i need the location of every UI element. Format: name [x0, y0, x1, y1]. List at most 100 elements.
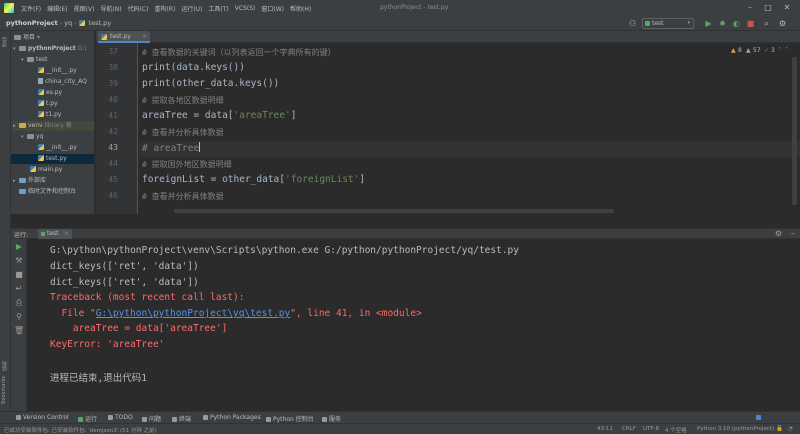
tree-item-file[interactable]: main.py: [30, 165, 62, 175]
tool-tab-run[interactable]: 运行: [78, 414, 97, 423]
close-window-icon[interactable]: ✕: [781, 2, 793, 14]
wrench-icon[interactable]: ⚒: [14, 256, 24, 266]
editor-vertical-scrollbar[interactable]: [792, 57, 797, 205]
folder-icon: [19, 123, 26, 128]
code-line[interactable]: print(data.keys()): [142, 62, 245, 73]
code-line[interactable]: # 查看数据的关键词（以列表返回一个字典所有的键）: [142, 47, 336, 58]
line-separator[interactable]: CRLF: [622, 426, 636, 432]
indent-setting[interactable]: 4 个空格: [665, 426, 687, 434]
tree-item-project-root[interactable]: ▾ pythonProject G:\: [13, 44, 86, 54]
code-line[interactable]: foreignList = other_data['foreignList']: [142, 174, 365, 185]
menu-vcs[interactable]: VCS(S): [232, 5, 259, 12]
tool-tab-python-console[interactable]: Python 控制台: [266, 414, 314, 423]
tool-tab-python-packages[interactable]: Python Packages: [203, 414, 261, 421]
project-panel-header[interactable]: 项目 ▾: [14, 33, 40, 43]
tree-item-test-folder[interactable]: ▾ test: [21, 55, 48, 65]
menu-navigate[interactable]: 导航(N): [97, 4, 124, 13]
code-line-current[interactable]: # areaTree: [142, 142, 201, 154]
run-icon[interactable]: ▶: [704, 19, 713, 28]
breadcrumb-folder[interactable]: yq: [62, 19, 74, 27]
settings-icon[interactable]: ⚙: [775, 229, 782, 238]
tool-tab-bookmarks[interactable]: Bookmarks: [1, 376, 7, 404]
code-line[interactable]: # 查看并分析具体数据: [142, 191, 224, 202]
typo-icon[interactable]: ✓: [764, 47, 769, 54]
lock-icon[interactable]: 🔓: [776, 426, 783, 432]
debug-icon[interactable]: ✹: [718, 19, 727, 28]
menu-run[interactable]: 运行(U): [178, 4, 205, 13]
stop-icon[interactable]: ■: [14, 270, 24, 280]
tool-tab-services[interactable]: 服务: [322, 414, 341, 423]
warning-icon[interactable]: ▲: [731, 47, 736, 54]
notifications-icon[interactable]: ◔: [788, 426, 793, 432]
minimize-icon[interactable]: –: [744, 2, 756, 14]
code-line[interactable]: print(other_data.keys()): [142, 78, 279, 89]
python-interpreter[interactable]: Python 3.10 (pythonProject): [697, 426, 774, 432]
soft-wrap-icon[interactable]: ↵: [14, 284, 24, 294]
menu-refactor[interactable]: 重构(R): [151, 4, 178, 13]
text-caret: [199, 142, 201, 152]
caret-position[interactable]: 43:11: [597, 426, 613, 432]
event-log-icon[interactable]: [756, 414, 763, 421]
file-encoding[interactable]: UTF-8: [643, 426, 659, 432]
tree-item-file[interactable]: t.py: [38, 99, 58, 109]
run-configuration-select[interactable]: test ▾: [642, 18, 694, 29]
tool-tab-structure[interactable]: 结构: [1, 361, 8, 371]
menu-help[interactable]: 帮助(H): [287, 4, 314, 13]
maximize-icon[interactable]: □: [762, 2, 774, 14]
tool-tab-version-control[interactable]: Version Control: [16, 414, 69, 421]
breadcrumb-file[interactable]: test.py: [87, 19, 114, 27]
traceback-file-link[interactable]: G:\python\pythonProject\yq\test.py: [96, 308, 290, 319]
chevron-down-icon[interactable]: ˅: [785, 47, 788, 54]
console-error-line: File "G:\python\pythonProject\yq\test.py…: [50, 308, 421, 319]
editor-tab-test-py[interactable]: test.py ×: [98, 31, 150, 43]
tree-item-file[interactable]: t1.py: [38, 110, 61, 120]
tree-item-external-libraries[interactable]: ▸ 外部库: [13, 176, 46, 186]
code-text: print(other_data.keys()): [142, 78, 280, 89]
stop-icon[interactable]: ■: [746, 19, 755, 28]
hide-icon[interactable]: –: [791, 229, 795, 238]
status-message[interactable]: 已成功安装软件包: 已安装软件包: 'demjson3' (51 分钟 之前): [4, 426, 157, 434]
code-line[interactable]: # 提取各地区数据明细: [142, 95, 224, 106]
code-editor[interactable]: # 查看数据的关键词（以列表返回一个字典所有的键） print(data.key…: [139, 43, 800, 214]
tool-tab-problems[interactable]: 问题: [142, 414, 161, 423]
run-tab-test[interactable]: test ×: [38, 229, 72, 239]
print-icon[interactable]: ⎙: [14, 298, 24, 308]
search-icon[interactable]: ⌕: [762, 19, 771, 28]
menu-view[interactable]: 视图(V): [71, 4, 98, 13]
tree-item-label: main.py: [38, 166, 63, 173]
run-console[interactable]: G:\python\pythonProject\venv\Scripts\pyt…: [27, 239, 800, 411]
pin-icon[interactable]: ⚲: [14, 312, 24, 322]
tree-item-file-selected[interactable]: test.py: [11, 154, 94, 164]
folder-icon: [27, 57, 34, 62]
tree-item-venv[interactable]: ▸ venv library 根: [13, 121, 94, 131]
tree-item-file[interactable]: es.py: [38, 88, 62, 98]
breadcrumb-project[interactable]: pythonProject: [4, 19, 60, 27]
clear-all-icon[interactable]: 🗑: [14, 326, 24, 336]
tree-item-file[interactable]: __init__.py: [38, 66, 77, 76]
coverage-icon[interactable]: ◐: [732, 19, 741, 28]
close-tab-icon[interactable]: ×: [142, 31, 147, 42]
settings-icon[interactable]: ⚙: [778, 19, 787, 28]
tree-item-file[interactable]: __init__.py: [38, 143, 77, 153]
code-line[interactable]: # 查看并分析具体数据: [142, 127, 224, 138]
close-tab-icon[interactable]: ×: [64, 229, 69, 239]
tool-tab-terminal[interactable]: 终端: [172, 414, 191, 423]
tree-item-yq-folder[interactable]: ▾ yq: [21, 132, 43, 142]
rerun-icon[interactable]: ▶: [14, 242, 24, 252]
tree-item-scratches[interactable]: 临时文件和控制台: [19, 187, 76, 197]
weak-warning-icon[interactable]: ▲: [746, 47, 751, 54]
menu-file[interactable]: 文件(F): [18, 4, 44, 13]
menu-window[interactable]: 窗口(W): [258, 4, 287, 13]
menu-code[interactable]: 代码(C): [125, 4, 152, 13]
user-icon[interactable]: ⚇: [628, 19, 637, 28]
code-line[interactable]: # 提取国外地区数据明细: [142, 159, 232, 170]
code-line[interactable]: areaTree = data['areaTree']: [142, 110, 296, 121]
chevron-up-icon[interactable]: ˄: [778, 47, 781, 54]
code-text: areaTree = data[: [142, 110, 234, 121]
editor-horizontal-scrollbar[interactable]: [174, 209, 614, 213]
menu-tools[interactable]: 工具(T): [205, 4, 231, 13]
tool-tab-todo[interactable]: TODO: [108, 414, 133, 421]
tree-item-file[interactable]: china_city_AQ: [38, 77, 87, 87]
tool-tab-project[interactable]: 项目: [1, 37, 8, 47]
menu-edit[interactable]: 编辑(E): [44, 4, 70, 13]
